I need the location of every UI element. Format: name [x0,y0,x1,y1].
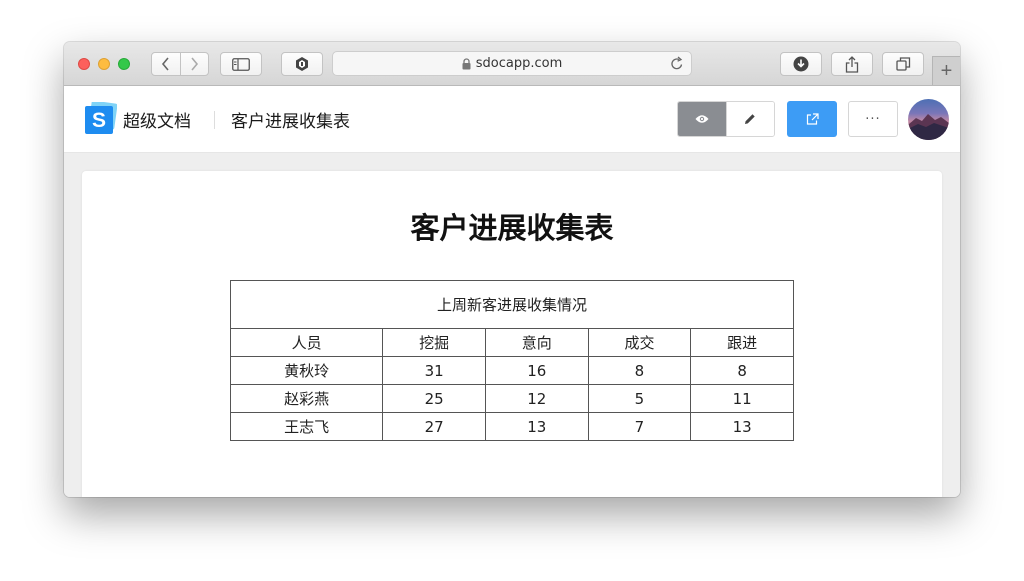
table-cell[interactable]: 16 [484,356,589,385]
url-text: sdocapp.com [475,56,563,71]
export-button[interactable] [787,101,837,137]
download-button[interactable] [780,52,822,76]
mode-toggle-group [677,101,775,137]
table-header-cell[interactable]: 挖掘 [382,328,486,357]
table-header-cell[interactable]: 跟进 [690,328,794,357]
table-caption[interactable]: 上周新客进展收集情况 [230,280,794,329]
table-row: 黄秋玲 31 16 8 8 [229,356,794,385]
reload-icon[interactable] [670,56,684,75]
table-cell[interactable]: 黄秋玲 [229,356,384,385]
minimize-window-button[interactable] [98,58,110,70]
forward-button[interactable] [179,53,209,75]
chevron-left-icon [161,57,169,71]
table-header-row: 人员 挖掘 意向 成交 跟进 [229,328,794,357]
table-cell[interactable]: 31 [382,356,486,385]
hexagon-icon [296,57,308,71]
browser-window: sdocapp.com + S 超级文档 客户进展收集表 ··· 客户进展收集表… [64,42,960,497]
browser-toolbar: sdocapp.com + [64,42,960,86]
close-window-button[interactable] [78,58,90,70]
table-row: 赵彩燕 25 12 5 11 [229,384,794,413]
table-cell[interactable]: 12 [484,384,589,413]
document-title-header[interactable]: 客户进展收集表 [231,107,350,132]
download-icon [793,56,809,72]
app-logo[interactable]: S [85,100,118,134]
nav-button-group [151,52,209,76]
address-bar[interactable]: sdocapp.com [332,51,692,76]
table-cell[interactable]: 7 [587,412,692,441]
table-cell[interactable]: 13 [484,412,589,441]
table-row: 王志飞 27 13 7 13 [229,412,794,441]
table-cell[interactable]: 8 [587,356,692,385]
export-icon [806,113,819,125]
table-cell[interactable]: 25 [382,384,486,413]
sidebar-toggle-button[interactable] [220,52,262,76]
eye-icon [695,115,709,123]
table-cell[interactable]: 8 [690,356,794,385]
progress-table: 上周新客进展收集情况 人员 挖掘 意向 成交 跟进 黄秋玲 31 16 8 8 [229,280,794,441]
table-cell[interactable]: 13 [690,412,794,441]
table-cell[interactable]: 11 [690,384,794,413]
table-header-cell[interactable]: 人员 [229,328,384,357]
share-icon [845,55,859,73]
app-header: S 超级文档 客户进展收集表 ··· [64,86,960,153]
header-divider [214,111,215,129]
table-cell[interactable]: 5 [587,384,692,413]
back-button[interactable] [152,53,180,75]
view-mode-button[interactable] [678,102,726,136]
table-cell[interactable]: 赵彩燕 [229,384,384,413]
extension-button[interactable] [281,52,323,76]
table-cell[interactable]: 王志飞 [229,412,384,441]
table-header-cell[interactable]: 成交 [587,328,692,357]
tabs-overview-button[interactable] [882,52,924,76]
edit-mode-button[interactable] [725,102,774,136]
tabs-icon [895,57,910,71]
logo-letter: S [92,109,106,132]
table-header-cell[interactable]: 意向 [484,328,589,357]
lock-icon [462,57,471,70]
chevron-right-icon [191,57,199,71]
document-page: 客户进展收集表 上周新客进展收集情况 人员 挖掘 意向 成交 跟进 黄秋玲 31… [82,171,942,497]
user-avatar[interactable] [908,99,949,140]
brand-name[interactable]: 超级文档 [123,107,191,132]
new-tab-button[interactable]: + [932,56,960,85]
pencil-icon [745,114,755,124]
page-title: 客户进展收集表 [410,211,614,245]
share-button[interactable] [831,52,873,76]
table-cell[interactable]: 27 [382,412,486,441]
table-caption-row: 上周新客进展收集情况 [230,280,794,329]
zoom-window-button[interactable] [118,58,130,70]
document-area: 客户进展收集表 上周新客进展收集情况 人员 挖掘 意向 成交 跟进 黄秋玲 31… [64,153,960,497]
more-options-button[interactable]: ··· [848,101,898,137]
sidebar-icon [232,57,250,71]
